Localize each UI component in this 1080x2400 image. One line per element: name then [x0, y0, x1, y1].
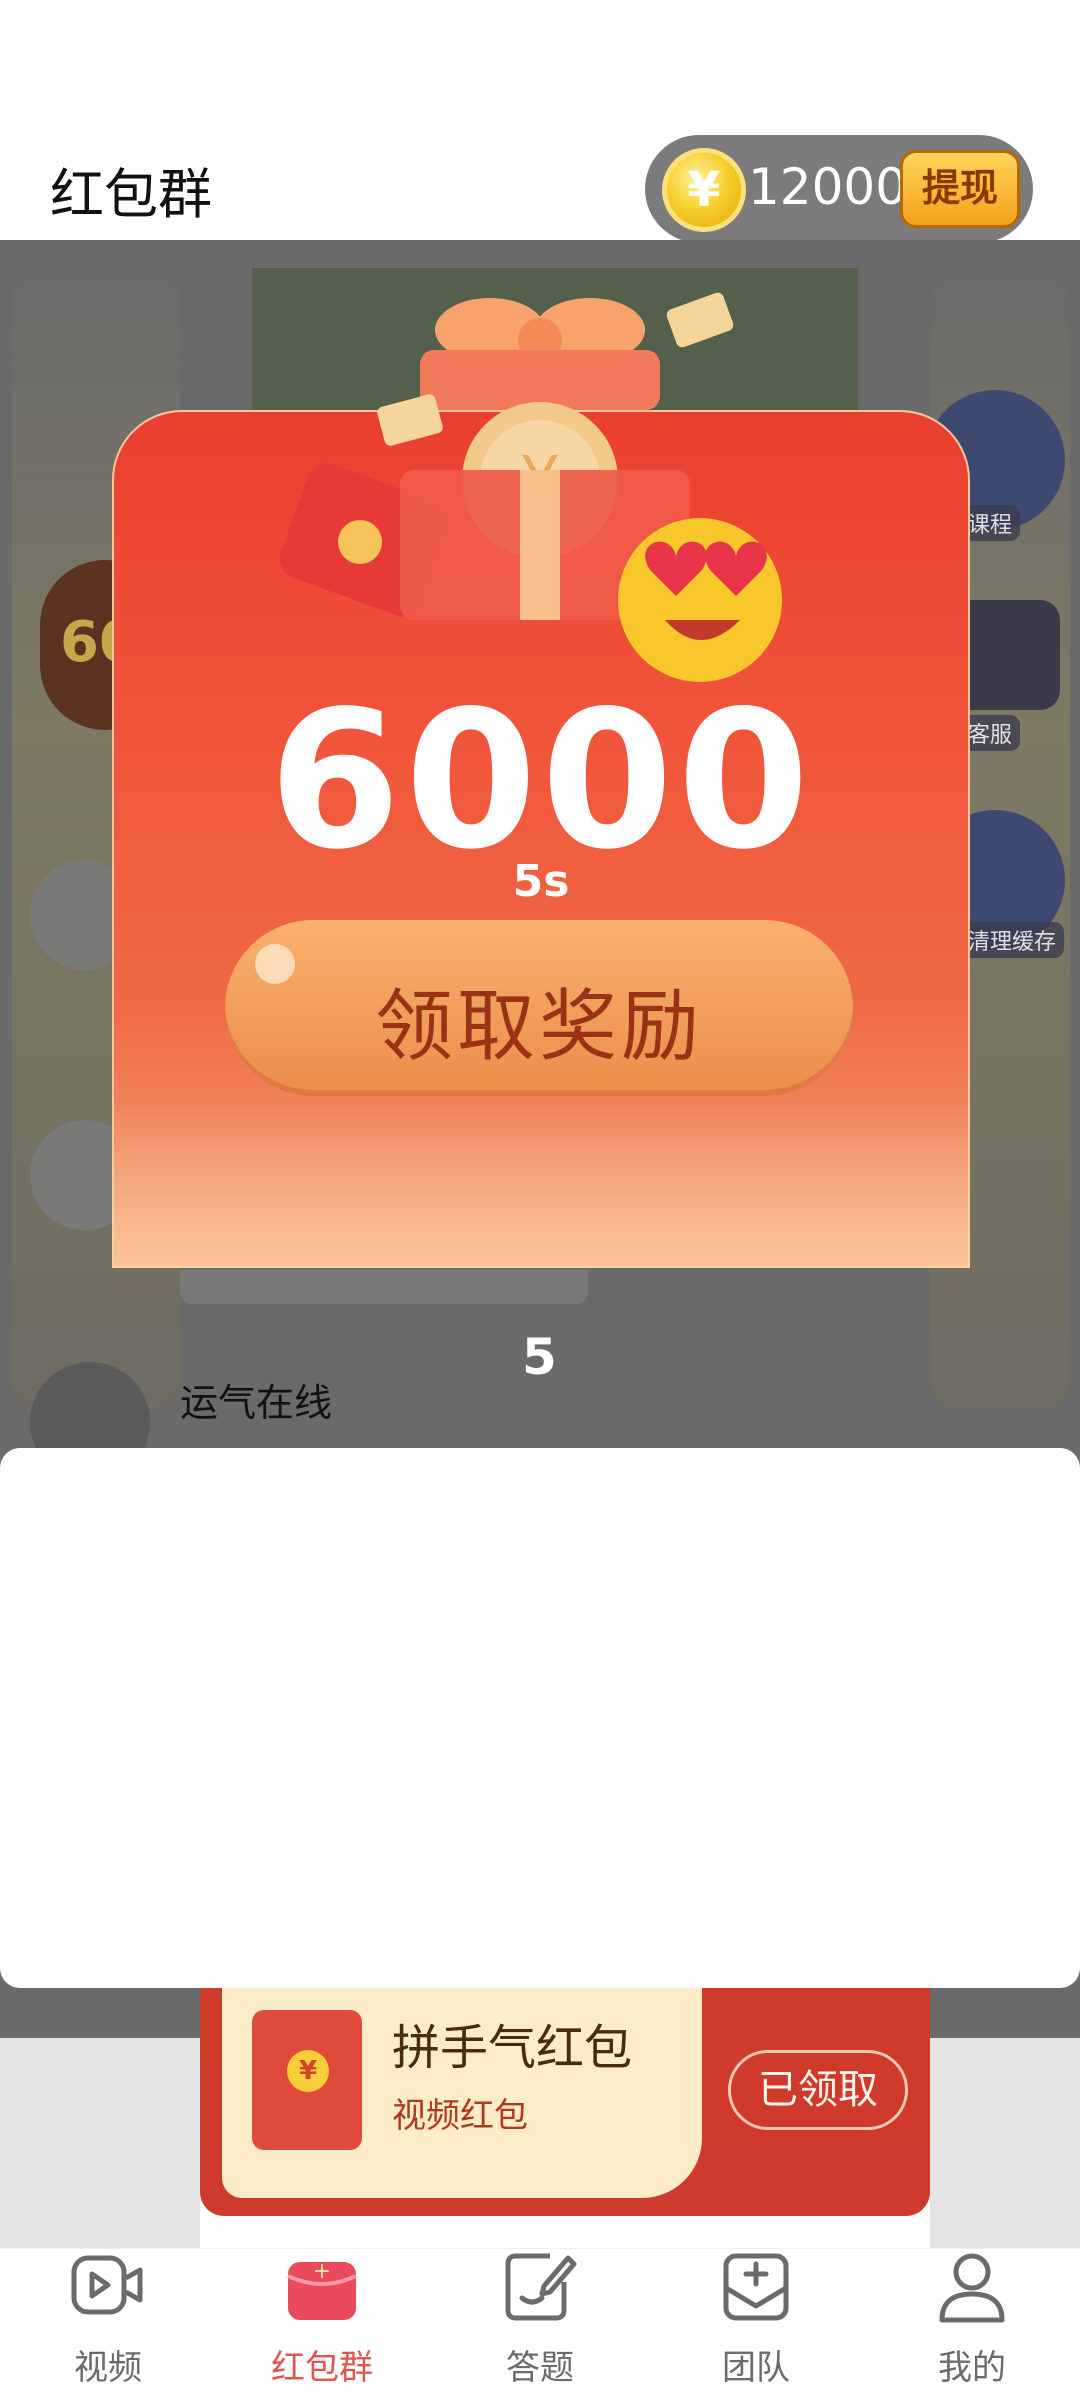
red-packet-subtitle: 视频红包: [392, 2096, 528, 2136]
yuan-coin-icon: ¥: [287, 2050, 329, 2092]
profile-icon: [939, 2253, 1005, 2323]
nav-label-profile: 我的: [938, 2348, 1006, 2388]
nav-item-video[interactable]: 视频: [28, 2248, 188, 2400]
claimed-status-button[interactable]: 已领取: [728, 2050, 908, 2130]
nav-item-quiz[interactable]: 答题: [460, 2248, 620, 2400]
blank-white-sheet: [0, 1448, 1080, 1988]
quiz-icon: [505, 2253, 577, 2321]
heart-eyes-emoji-icon: [618, 518, 782, 682]
countdown-timer: 5s: [512, 856, 570, 907]
svg-text:+: +: [313, 2259, 331, 2284]
withdraw-button[interactable]: 提现: [900, 150, 1020, 228]
remaining-count: 5: [522, 1328, 557, 1386]
packet-area-side: [0, 2038, 200, 2250]
nav-item-profile[interactable]: 我的: [892, 2248, 1052, 2400]
nav-item-red-packet-group[interactable]: + 红包群: [242, 2248, 402, 2400]
nav-label-red-packet-group: 红包群: [271, 2348, 373, 2388]
team-icon: [723, 2253, 789, 2321]
side-label-cache: 清理缓存: [960, 922, 1065, 958]
nav-label-video: 视频: [74, 2348, 142, 2388]
red-packet-icon: +: [287, 2259, 357, 2320]
red-packet-title: 拼手气红包: [392, 2020, 633, 2076]
red-packet-card[interactable]: ¥ 拼手气红包 视频红包 已领取: [200, 1988, 930, 2216]
coin-balance: 12000: [748, 158, 908, 216]
video-icon: [71, 2255, 143, 2315]
claim-reward-label[interactable]: 领取奖励: [225, 964, 853, 1076]
nav-label-quiz: 答题: [506, 2348, 574, 2388]
nav-label-team: 团队: [722, 2348, 790, 2388]
coin-icon: ¥: [662, 148, 746, 232]
user-name: 运气在线: [180, 1381, 333, 1425]
background-card-edge: [180, 1270, 588, 1304]
reward-modal-glow: [112, 1100, 970, 1268]
page-title: 红包群: [50, 163, 212, 226]
nav-item-team[interactable]: 团队: [676, 2248, 836, 2400]
gift-box-illustration: ¥: [279, 292, 782, 682]
packet-area-side: [930, 2038, 1080, 2250]
